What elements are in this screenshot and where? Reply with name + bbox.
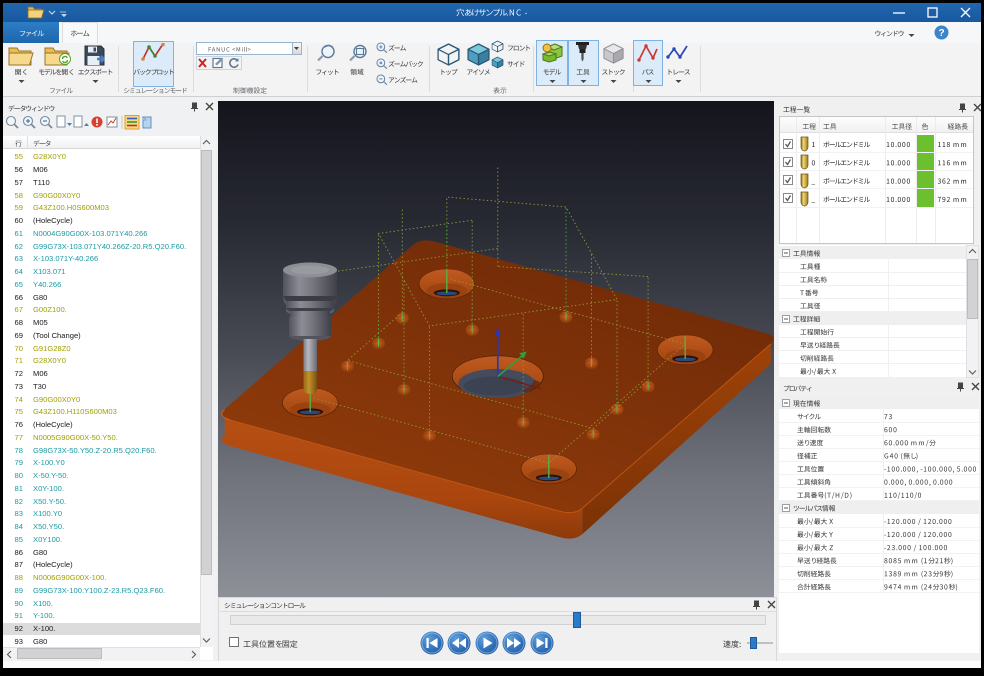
svg-text:?: ? — [938, 28, 944, 39]
